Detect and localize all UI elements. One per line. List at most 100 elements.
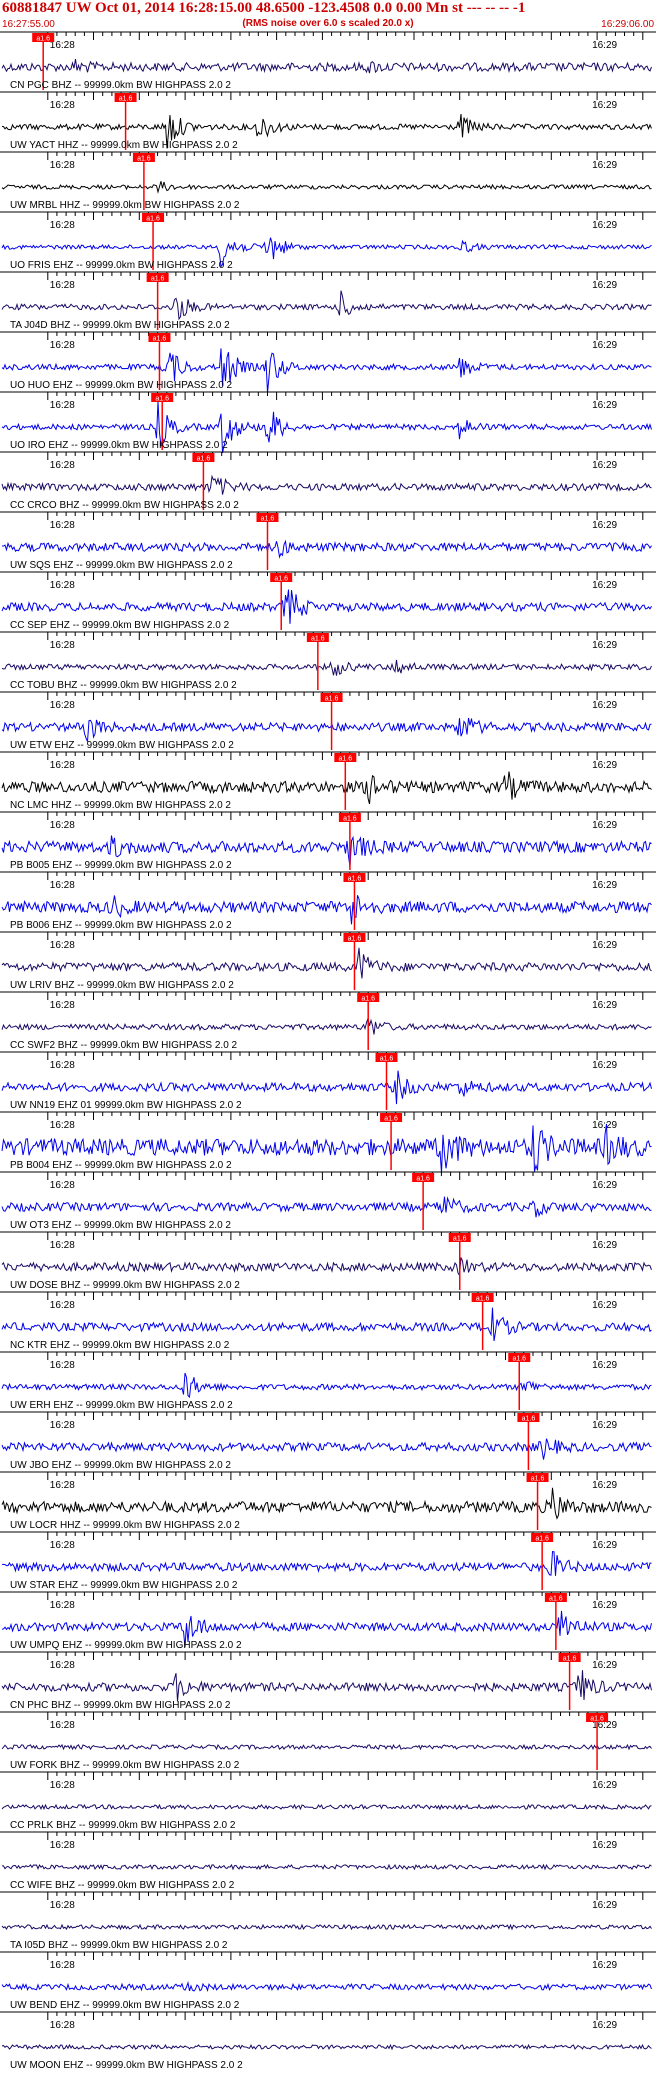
pick-label: a1.6 bbox=[137, 156, 151, 163]
tick-label: 16:28 bbox=[50, 1840, 75, 1851]
pick-label: a1.6 bbox=[348, 876, 362, 883]
pick-label: a1.6 bbox=[119, 96, 133, 103]
rms-note: (RMS noise over 6.0 s scaled 20.0 x) bbox=[242, 18, 414, 29]
waveform-trace bbox=[1, 1923, 652, 1931]
tick-label: 16:28 bbox=[50, 760, 75, 771]
pick-label: a1.6 bbox=[274, 576, 288, 583]
tick-label: 16:28 bbox=[50, 220, 75, 231]
tick-label: 16:28 bbox=[50, 1060, 75, 1071]
tick-label: 16:28 bbox=[50, 1420, 75, 1431]
tick-label: 16:29 bbox=[592, 220, 617, 231]
tick-label: 16:28 bbox=[50, 1240, 75, 1251]
pick-label: a1.6 bbox=[261, 516, 275, 523]
tick-label: 16:29 bbox=[592, 100, 617, 111]
station-label: TA J04D BHZ -- 99999.0km BW HIGHPASS 2.0… bbox=[10, 320, 230, 331]
station-label: UW ETW EHZ -- 99999.0km BW HIGHPASS 2.0 … bbox=[10, 740, 234, 751]
waveform-trace bbox=[1, 59, 652, 74]
tick-label: 16:28 bbox=[50, 460, 75, 471]
tick-label: 16:28 bbox=[50, 940, 75, 951]
station-label: CC PRLK BHZ -- 99999.0km BW HIGHPASS 2.0… bbox=[10, 1820, 236, 1831]
pick-label: a1.6 bbox=[325, 696, 339, 703]
station-label: UW MRBL HHZ -- 99999.0km BW HIGHPASS 2.0… bbox=[10, 200, 240, 211]
tick-label: 16:28 bbox=[50, 400, 75, 411]
tick-label: 16:28 bbox=[50, 880, 75, 891]
station-label: CC TOBU BHZ -- 99999.0km BW HIGHPASS 2.0… bbox=[10, 680, 237, 691]
station-label: UW STAR EHZ -- 99999.0km BW HIGHPASS 2.0… bbox=[10, 1580, 238, 1591]
tick-label: 16:29 bbox=[592, 1480, 617, 1491]
tick-label: 16:29 bbox=[592, 1360, 617, 1371]
station-label: UW NN19 EHZ 01 99999.0km BW HIGHPASS 2.0… bbox=[10, 1100, 242, 1111]
tick-label: 16:29 bbox=[592, 520, 617, 531]
tick-label: 16:28 bbox=[50, 640, 75, 651]
station-label: UW ERH EHZ -- 99999.0km BW HIGHPASS 2.0 … bbox=[10, 1400, 233, 1411]
tick-label: 16:29 bbox=[592, 1060, 617, 1071]
tick-label: 16:28 bbox=[50, 160, 75, 171]
pick-label: a1.6 bbox=[153, 336, 167, 343]
pick-label: a1.6 bbox=[151, 276, 165, 283]
station-label: PB B006 EHZ -- 99999.0km BW HIGHPASS 2.0… bbox=[10, 920, 232, 931]
tick-label: 16:29 bbox=[592, 1420, 617, 1431]
tick-label: 16:29 bbox=[592, 1960, 617, 1971]
station-label: PB B004 EHZ -- 99999.0km BW HIGHPASS 2.0… bbox=[10, 1160, 232, 1171]
pick-label: a1.6 bbox=[361, 996, 375, 1003]
pick-label: a1.6 bbox=[522, 1416, 536, 1423]
tick-label: 16:29 bbox=[592, 580, 617, 591]
pick-label: a1.6 bbox=[512, 1356, 526, 1363]
tick-label: 16:28 bbox=[50, 700, 75, 711]
tick-label: 16:28 bbox=[50, 280, 75, 291]
waveform-trace bbox=[1, 1487, 652, 1520]
station-label: UW BEND EHZ -- 99999.0km BW HIGHPASS 2.0… bbox=[10, 2000, 240, 2011]
tick-label: 16:29 bbox=[592, 760, 617, 771]
tick-label: 16:29 bbox=[592, 1120, 617, 1131]
pick-label: a1.6 bbox=[476, 1296, 490, 1303]
pick-label: a1.6 bbox=[384, 1116, 398, 1123]
waveform-trace bbox=[1, 1803, 652, 1811]
waveform-trace bbox=[1, 1670, 652, 1702]
seismogram-chart: 16:28 16:29 a1.6 CN PGC BHZ -- 99999.0km BW… bbox=[0, 31, 656, 2071]
tick-label: 16:28 bbox=[50, 1900, 75, 1911]
tick-label: 16:28 bbox=[50, 1780, 75, 1791]
waveform-trace bbox=[1, 659, 652, 676]
station-label: NC LMC HHZ -- 99999.0km BW HIGHPASS 2.0 … bbox=[10, 800, 231, 811]
waveform-trace bbox=[2, 1551, 652, 1576]
tick-label: 16:29 bbox=[592, 1840, 617, 1851]
tick-label: 16:29 bbox=[592, 820, 617, 831]
tick-label: 16:28 bbox=[50, 1480, 75, 1491]
tick-label: 16:29 bbox=[592, 280, 617, 291]
pick-label: a1.6 bbox=[380, 1056, 394, 1063]
waveform-trace bbox=[1, 1980, 652, 1992]
station-label: UW MOON EHZ -- 99999.0km BW HIGHPASS 2.0… bbox=[10, 2060, 243, 2071]
event-title: 60881847 UW Oct 01, 2014 16:28:15.00 48.… bbox=[2, 0, 526, 16]
station-label: UW FORK BHZ -- 99999.0km BW HIGHPASS 2.0… bbox=[10, 1760, 240, 1771]
tick-label: 16:28 bbox=[50, 1960, 75, 1971]
station-label: UW DOSE BHZ -- 99999.0km BW HIGHPASS 2.0… bbox=[10, 1280, 240, 1291]
tick-label: 16:28 bbox=[50, 1360, 75, 1371]
tick-label: 16:28 bbox=[50, 2020, 75, 2031]
station-label: UW OT3 EHZ -- 99999.0km BW HIGHPASS 2.0 … bbox=[10, 1220, 231, 1231]
tick-label: 16:28 bbox=[50, 820, 75, 831]
tick-label: 16:28 bbox=[50, 1720, 75, 1731]
tick-label: 16:28 bbox=[50, 1600, 75, 1611]
tick-label: 16:29 bbox=[592, 940, 617, 951]
waveform-trace bbox=[1, 2043, 652, 2051]
station-label: CC SWF2 BHZ -- 99999.0km BW HIGHPASS 2.0… bbox=[10, 1040, 238, 1051]
station-label: UW SQS EHZ -- 99999.0km BW HIGHPASS 2.0 … bbox=[10, 560, 233, 571]
waveform-trace bbox=[1, 947, 652, 979]
waveform-trace bbox=[1, 474, 652, 495]
pick-label: a1.6 bbox=[197, 456, 211, 463]
tick-label: 16:29 bbox=[592, 640, 617, 651]
station-label: UW LOCR HHZ -- 99999.0km BW HIGHPASS 2.0… bbox=[10, 1520, 240, 1531]
tick-label: 16:29 bbox=[592, 1600, 617, 1611]
pick-label: a1.6 bbox=[563, 1656, 577, 1663]
tick-label: 16:28 bbox=[50, 1300, 75, 1311]
tick-label: 16:28 bbox=[50, 1120, 75, 1131]
station-label: CN PHC BHZ -- 99999.0km BW HIGHPASS 2.0 … bbox=[10, 1700, 231, 1711]
tick-label: 16:29 bbox=[592, 1780, 617, 1791]
tick-label: 16:28 bbox=[50, 1660, 75, 1671]
tick-label: 16:29 bbox=[592, 1240, 617, 1251]
waveform-trace bbox=[1, 1196, 652, 1218]
pick-label: a1.6 bbox=[535, 1536, 549, 1543]
waveform-trace bbox=[1, 589, 652, 624]
pick-label: a1.6 bbox=[531, 1476, 545, 1483]
waveform-trace bbox=[1, 1372, 652, 1399]
